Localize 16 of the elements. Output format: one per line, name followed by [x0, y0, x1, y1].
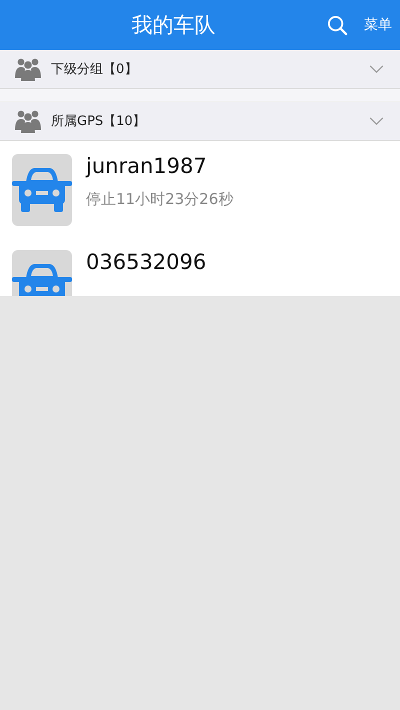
- people-icon: [15, 109, 41, 133]
- car-icon: [12, 154, 72, 226]
- vehicle-name: 036532096: [86, 250, 206, 274]
- group-label: 所属GPS【10】: [51, 113, 147, 130]
- group-label: 下级分组【0】: [51, 61, 138, 78]
- chevron-down-icon[interactable]: [369, 64, 384, 74]
- group-row[interactable]: 所属GPS【10】: [0, 101, 400, 141]
- group-row[interactable]: 下级分组【0】: [0, 50, 400, 89]
- people-icon: [15, 57, 41, 81]
- search-icon[interactable]: [327, 14, 348, 36]
- chevron-down-icon[interactable]: [369, 116, 384, 126]
- menu-button[interactable]: 菜单: [364, 16, 400, 34]
- page-title: 我的车队: [130, 12, 216, 39]
- vehicle-name: junran1987: [86, 154, 208, 178]
- vehicle-status: 停止11小时23分26秒: [86, 190, 234, 209]
- vehicle-item[interactable]: junran1987 停止11小时23分26秒: [0, 141, 400, 237]
